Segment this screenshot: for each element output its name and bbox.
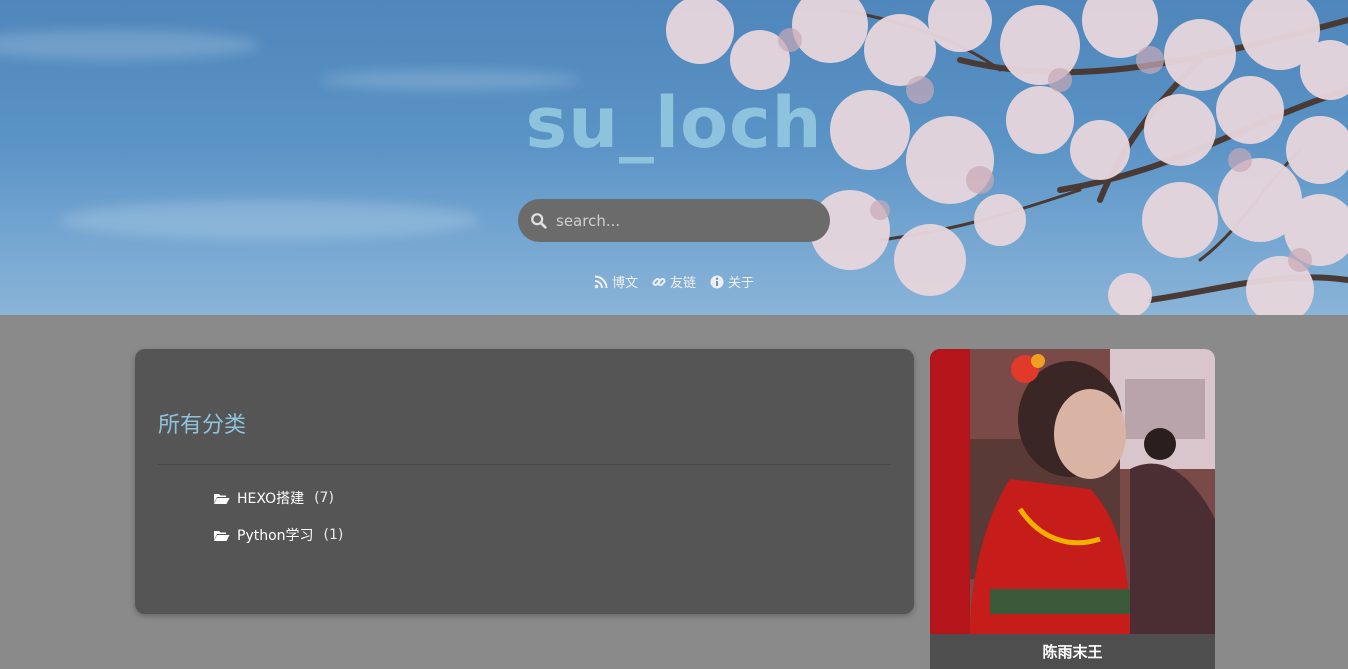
profile-name: 陈雨末王 — [1042, 643, 1103, 661]
category-count: (7) — [314, 490, 334, 506]
search-box[interactable] — [518, 199, 830, 242]
nav-item-about[interactable]: 关于 — [710, 272, 754, 291]
link-icon — [652, 277, 666, 286]
divider — [158, 464, 891, 465]
nav-label: 友链 — [669, 276, 696, 291]
nav-item-posts[interactable]: 博文 — [594, 272, 638, 291]
page-title: 所有分类 — [158, 413, 247, 438]
info-icon — [710, 275, 724, 288]
category-list: HEXO搭建 (7) Python学习 (1) — [213, 487, 343, 561]
avatar[interactable] — [930, 349, 1215, 634]
category-count: (1) — [323, 527, 344, 543]
search-input[interactable] — [554, 210, 808, 231]
nav-label: 关于 — [728, 276, 755, 291]
site-title[interactable]: su_loch — [0, 78, 1348, 168]
folder-open-icon — [214, 493, 230, 504]
categories-card: 所有分类 HEXO搭建 (7) Python学习 (1) — [135, 349, 914, 614]
header-banner: su_loch 博文 友链 — [0, 0, 1348, 315]
folder-open-icon — [214, 530, 230, 541]
profile-card: 陈雨末王 — [930, 349, 1215, 669]
list-item[interactable]: HEXO搭建 (7) — [213, 487, 343, 509]
rss-icon — [594, 275, 608, 288]
list-item[interactable]: Python学习 (1) — [213, 524, 343, 546]
main-nav: 博文 友链 关于 — [0, 272, 1348, 291]
category-name[interactable]: Python学习 — [237, 525, 314, 545]
category-name[interactable]: HEXO搭建 — [237, 488, 304, 508]
nav-label: 博文 — [611, 276, 638, 291]
nav-item-links[interactable]: 友链 — [652, 272, 696, 291]
search-icon — [531, 212, 547, 229]
